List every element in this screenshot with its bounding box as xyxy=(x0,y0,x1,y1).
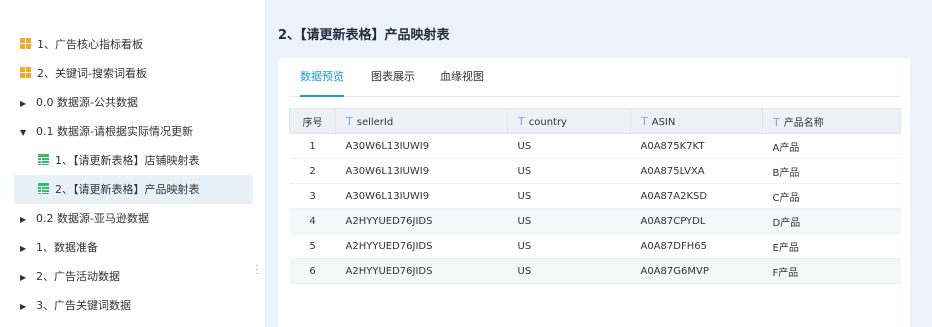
table-row: 6 A2HYYUED76JIDS US A0A87G6MVP F产品 xyxy=(289,258,901,284)
cell-product-name: E产品 xyxy=(762,233,901,259)
sidebar-item-label: 1、【请更新表格】店铺映射表 xyxy=(55,154,200,167)
cell-index: 3 xyxy=(289,183,336,209)
cell-product-name: C产品 xyxy=(762,183,901,209)
cell-asin: A0A87G6MVP xyxy=(630,258,763,284)
sidebar-folder-data-prep[interactable]: ▶ 1、数据准备 xyxy=(14,233,253,262)
caret-right-icon[interactable]: ▶ xyxy=(20,205,30,234)
column-header-product-name[interactable]: T 产品名称 xyxy=(762,108,901,134)
table-header-row: 序号 TsellerId Tcountry T ASIN T 产品名称 xyxy=(289,108,901,134)
cell-product-name: B产品 xyxy=(762,158,901,184)
sidebar-item-label: 0.0 数据源-公共数据 xyxy=(36,96,138,109)
table-row: 3 A30W6L13IUWI9 US A0A87A2KSD C产品 xyxy=(289,183,901,209)
sidebar-folder-campaign-data[interactable]: ▶ 2、广告活动数据 xyxy=(14,262,253,291)
cell-asin: A0A87A2KSD xyxy=(630,183,763,209)
tab-lineage-view[interactable]: 血缘视图 xyxy=(440,70,484,96)
cell-country: US xyxy=(507,208,631,234)
cell-index: 6 xyxy=(289,258,336,284)
table-row: 1 A30W6L13IUWI9 US A0A875K7KT A产品 xyxy=(289,133,901,159)
sidebar-folder-update-data[interactable]: ▼ 0.1 数据源-请根据实际情况更新 xyxy=(14,117,253,146)
text-type-icon: T xyxy=(518,114,525,128)
cell-country: US xyxy=(507,233,631,259)
sidebar-item-label: 0.1 数据源-请根据实际情况更新 xyxy=(36,125,193,138)
sidebar-item-product-mapping[interactable]: 2、【请更新表格】产品映射表 xyxy=(14,175,253,204)
column-header-sellerid[interactable]: TsellerId xyxy=(335,108,508,134)
cell-sellerid: A30W6L13IUWI9 xyxy=(335,133,508,159)
more-options-icon[interactable]: · · · xyxy=(254,262,260,280)
sidebar-item-label: 1、数据准备 xyxy=(36,241,98,254)
cell-sellerid: A30W6L13IUWI9 xyxy=(335,183,508,209)
cell-sellerid: A2HYYUED76JIDS xyxy=(335,258,508,284)
text-type-icon: T xyxy=(773,115,780,129)
data-table: 序号 TsellerId Tcountry T ASIN T 产品名称 1 A30W… xyxy=(289,108,901,284)
cell-product-name: D产品 xyxy=(762,208,901,234)
sidebar-item-ad-core-dashboard[interactable]: 1、广告核心指标看板 xyxy=(14,30,253,59)
sidebar-item-label: 3、广告关键词数据 xyxy=(36,299,131,312)
content-card: 数据预览 图表展示 血缘视图 序号 TsellerId Tcountry T AS… xyxy=(278,58,910,327)
table-icon xyxy=(38,154,49,165)
dashboard-icon xyxy=(20,38,31,49)
tab-chart-display[interactable]: 图表展示 xyxy=(371,70,415,96)
text-type-icon: T xyxy=(641,114,648,128)
cell-sellerid: A2HYYUED76JIDS xyxy=(335,208,508,234)
sidebar: 1、广告核心指标看板 2、关键词-搜索词看板 ▶ 0.0 数据源-公共数据 ▼ 0.… xyxy=(0,0,266,327)
sidebar-item-label: 1、广告核心指标看板 xyxy=(37,38,143,51)
cell-index: 5 xyxy=(289,233,336,259)
table-row: 5 A2HYYUED76JIDS US A0A87DFH65 E产品 xyxy=(289,233,901,259)
sidebar-item-label: 2、【请更新表格】产品映射表 xyxy=(55,183,200,196)
cell-index: 4 xyxy=(289,208,336,234)
sidebar-folder-keyword-data[interactable]: ▶ 3、广告关键词数据 xyxy=(14,291,253,320)
caret-right-icon[interactable]: ▶ xyxy=(20,292,30,321)
cell-asin: A0A875LVXA xyxy=(630,158,763,184)
page-title: 2、【请更新表格】产品映射表 xyxy=(278,28,450,43)
caret-right-icon[interactable]: ▶ xyxy=(20,234,30,263)
tab-data-preview[interactable]: 数据预览 xyxy=(300,70,344,97)
caret-down-icon[interactable]: ▼ xyxy=(20,118,30,147)
text-type-icon: T xyxy=(346,114,353,128)
sidebar-item-label: 0.2 数据源-亚马逊数据 xyxy=(36,212,149,225)
sidebar-item-store-mapping[interactable]: 1、【请更新表格】店铺映射表 xyxy=(14,146,253,175)
sidebar-item-keyword-dashboard[interactable]: 2、关键词-搜索词看板 xyxy=(14,59,253,88)
cell-asin: A0A87DFH65 xyxy=(630,233,763,259)
cell-country: US xyxy=(507,183,631,209)
sidebar-item-label: 2、广告活动数据 xyxy=(36,270,120,283)
dashboard-icon xyxy=(20,67,31,78)
cell-index: 1 xyxy=(289,133,336,159)
caret-right-icon[interactable]: ▶ xyxy=(20,89,30,118)
main-content: 2、【请更新表格】产品映射表 数据预览 图表展示 血缘视图 序号 Tseller… xyxy=(266,0,932,327)
cell-sellerid: A2HYYUED76JIDS xyxy=(335,233,508,259)
cell-country: US xyxy=(507,258,631,284)
table-row: 2 A30W6L13IUWI9 US A0A875LVXA B产品 xyxy=(289,158,901,184)
sidebar-folder-amazon-data[interactable]: ▶ 0.2 数据源-亚马逊数据 xyxy=(14,204,253,233)
sidebar-folder-public-data[interactable]: ▶ 0.0 数据源-公共数据 xyxy=(14,88,253,117)
table-row: 4 A2HYYUED76JIDS US A0A87CPYDL D产品 xyxy=(289,208,901,234)
tab-bar: 数据预览 图表展示 血缘视图 xyxy=(290,70,900,97)
column-header-country[interactable]: Tcountry xyxy=(507,108,631,134)
table-icon xyxy=(38,183,49,194)
cell-asin: A0A87CPYDL xyxy=(630,208,763,234)
cell-asin: A0A875K7KT xyxy=(630,133,763,159)
cell-product-name: A产品 xyxy=(762,133,901,159)
cell-product-name: F产品 xyxy=(762,258,901,284)
column-header-asin[interactable]: T ASIN xyxy=(630,108,763,134)
caret-right-icon[interactable]: ▶ xyxy=(20,263,30,292)
sidebar-item-label: 2、关键词-搜索词看板 xyxy=(37,67,147,80)
cell-sellerid: A30W6L13IUWI9 xyxy=(335,158,508,184)
column-header-index[interactable]: 序号 xyxy=(289,108,336,134)
cell-country: US xyxy=(507,133,631,159)
cell-index: 2 xyxy=(289,158,336,184)
cell-country: US xyxy=(507,158,631,184)
